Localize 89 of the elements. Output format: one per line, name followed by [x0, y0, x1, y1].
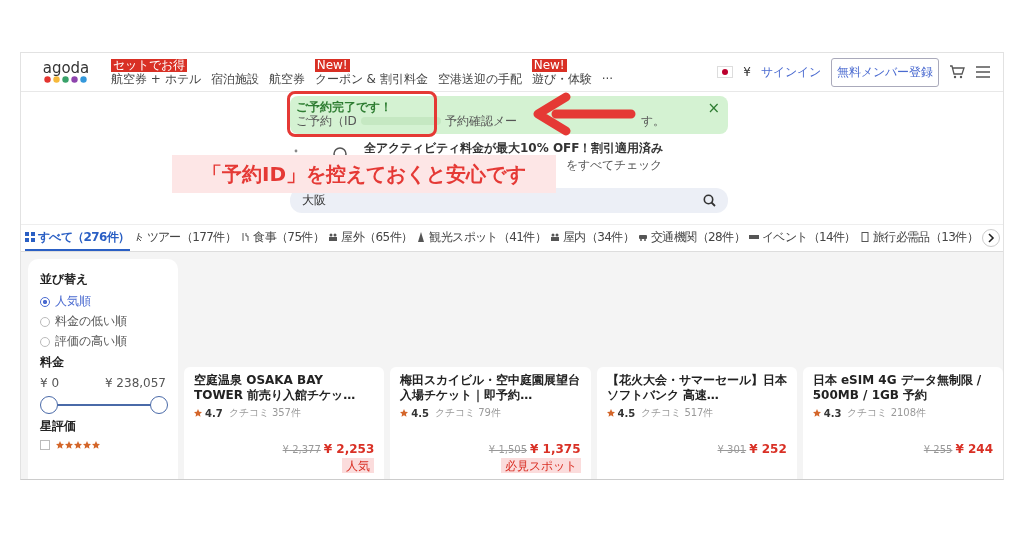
flag-icon[interactable] [717, 66, 734, 78]
category-tab[interactable]: 観光スポット（41件） [416, 225, 546, 251]
activity-card[interactable]: 日本 eSIM 4G データ無制限 / 500MB / 1GB 予約 4.3 クチコミ 2108件 ¥ 255 ¥ 244 [802, 367, 1003, 479]
hiker-icon [133, 232, 144, 242]
nav-link[interactable]: ··· [601, 71, 614, 86]
price-max: ¥ 238,057 [104, 376, 166, 390]
notice-text: 予約確認メー [444, 114, 517, 128]
category-tab[interactable]: 屋外（65件） [328, 225, 413, 251]
chevron-right-icon [987, 233, 996, 243]
category-tab[interactable]: 旅行必需品（13件） [859, 225, 979, 251]
fork-icon [240, 232, 251, 242]
promo-subtitle: をすべてチェック [566, 157, 663, 174]
review-count: クチコミ 79件 [434, 406, 501, 420]
sale-price: ¥ 244 [955, 442, 993, 456]
original-price: ¥ 1,505 [488, 444, 527, 455]
card-tag: 人気 [342, 458, 375, 473]
price-min: ¥ 0 [40, 376, 60, 390]
nav-link[interactable]: 遊び・体験 [531, 71, 592, 86]
activity-card[interactable]: 梅田スカイビル・空中庭園展望台入場チケット｜即予約… 4.5 クチコミ 79件 ¥ 1,505 ¥ 1,375 必見スポット [390, 367, 591, 479]
activity-card[interactable]: 【花火大会・サマーセール】日本ソフトバンク 高速… 4.5 クチコミ 517件 ¥ 301 ¥ 252 [596, 367, 797, 479]
sale-price: ¥ 1,375 [530, 442, 581, 456]
sign-in-link[interactable]: サインイン [761, 63, 821, 81]
card-title[interactable]: 日本 eSIM 4G データ無制限 / 500MB / 1GB 予約 [812, 373, 993, 403]
currency-button[interactable]: ¥ [743, 65, 751, 79]
sale-price: ¥ 252 [749, 442, 787, 456]
nav-badge: セットでお得 [111, 58, 187, 72]
promo-title: 全アクティビティ料金が最大10% OFF！割引適用済み [364, 140, 664, 157]
star-icon [812, 409, 821, 417]
notice-text: す。 [640, 114, 665, 128]
category-tab[interactable]: 交通機関（28件） [638, 225, 745, 251]
close-button[interactable]: × [707, 99, 720, 117]
original-price: ¥ 2,377 [282, 444, 321, 455]
review-count: クチコミ 517件 [641, 406, 714, 420]
nav-link[interactable]: 空港送迎の手配 [437, 71, 522, 86]
tower-icon [416, 232, 427, 242]
rating-value: 4.5 [411, 407, 429, 419]
section-heading: 並び替え [40, 271, 89, 288]
nav-link[interactable]: 宿泊施設 [210, 71, 259, 86]
card-tag: 必見スポット [500, 458, 581, 473]
people-icon [328, 232, 339, 242]
section-heading: 星評価 [40, 418, 77, 435]
star-icon [194, 409, 202, 417]
original-price: ¥ 301 [717, 444, 747, 455]
callout-label: 「予約ID」を控えておくと安心です [172, 155, 556, 193]
notice-title: ご予約完了です！ [296, 100, 392, 114]
radio-button[interactable] [40, 296, 50, 307]
star-icon [606, 409, 615, 417]
review-count: クチコミ 2108件 [847, 406, 927, 420]
radio-label[interactable]: 評価の高い順 [55, 333, 127, 350]
original-price: ¥ 255 [923, 444, 953, 455]
nav-link[interactable]: クーポン & 割引料金 [314, 71, 428, 86]
sale-price: ¥ 2,253 [323, 442, 375, 456]
notice-text: ご予約（ID [296, 114, 357, 128]
nav-link[interactable]: 航空券 + ホテル [111, 71, 201, 86]
checkbox[interactable] [40, 440, 50, 450]
logo-text[interactable]: agoda [42, 61, 90, 76]
section-heading: 料金 [40, 354, 65, 371]
review-count: クチコミ 357件 [228, 406, 301, 420]
card-title[interactable]: 【花火大会・サマーセール】日本ソフトバンク 高速… [606, 373, 787, 403]
radio-label[interactable]: 人気順 [55, 293, 91, 310]
nav-badge: New! [314, 58, 350, 72]
slider-handle[interactable] [150, 396, 168, 414]
slider-handle[interactable] [40, 396, 58, 414]
category-tab[interactable]: 屋内（34件） [550, 225, 635, 251]
card-title[interactable]: 空庭温泉 OSAKA BAY TOWER 前売り入館チケッ… [194, 373, 375, 403]
car-icon [638, 232, 649, 242]
logo-dots-icon [44, 76, 88, 83]
activity-card[interactable]: 空庭温泉 OSAKA BAY TOWER 前売り入館チケッ… 4.7 クチコミ 357件 ¥ 2,377 ¥ 2,253 人気 [184, 367, 385, 479]
category-tab[interactable]: ツアー（177件） [133, 225, 237, 251]
rating-value: 4.5 [617, 407, 636, 419]
category-tab[interactable]: イベント（14件） [748, 225, 856, 251]
people-icon [550, 232, 560, 242]
cart-icon[interactable] [949, 65, 965, 79]
ticket-icon [748, 232, 759, 242]
price-slider[interactable] [40, 396, 166, 414]
category-tab[interactable]: 食事（75件） [240, 225, 325, 251]
next-arrow-button[interactable] [982, 229, 1001, 247]
menu-icon[interactable] [975, 66, 991, 78]
grid-icon [25, 232, 35, 242]
rating-value: 4.7 [205, 407, 223, 419]
radio-label[interactable]: 料金の低い順 [55, 313, 127, 330]
nav-link[interactable]: 航空券 [268, 71, 305, 86]
register-button[interactable]: 無料メンバー登録 [831, 57, 939, 87]
nav-badge: New! [531, 58, 567, 72]
rating-value: 4.3 [823, 407, 842, 419]
star-icon [400, 409, 409, 417]
search-icon[interactable] [703, 194, 716, 207]
card-title[interactable]: 梅田スカイビル・空中庭園展望台入場チケット｜即予約… [400, 373, 581, 403]
document-icon [859, 232, 870, 242]
